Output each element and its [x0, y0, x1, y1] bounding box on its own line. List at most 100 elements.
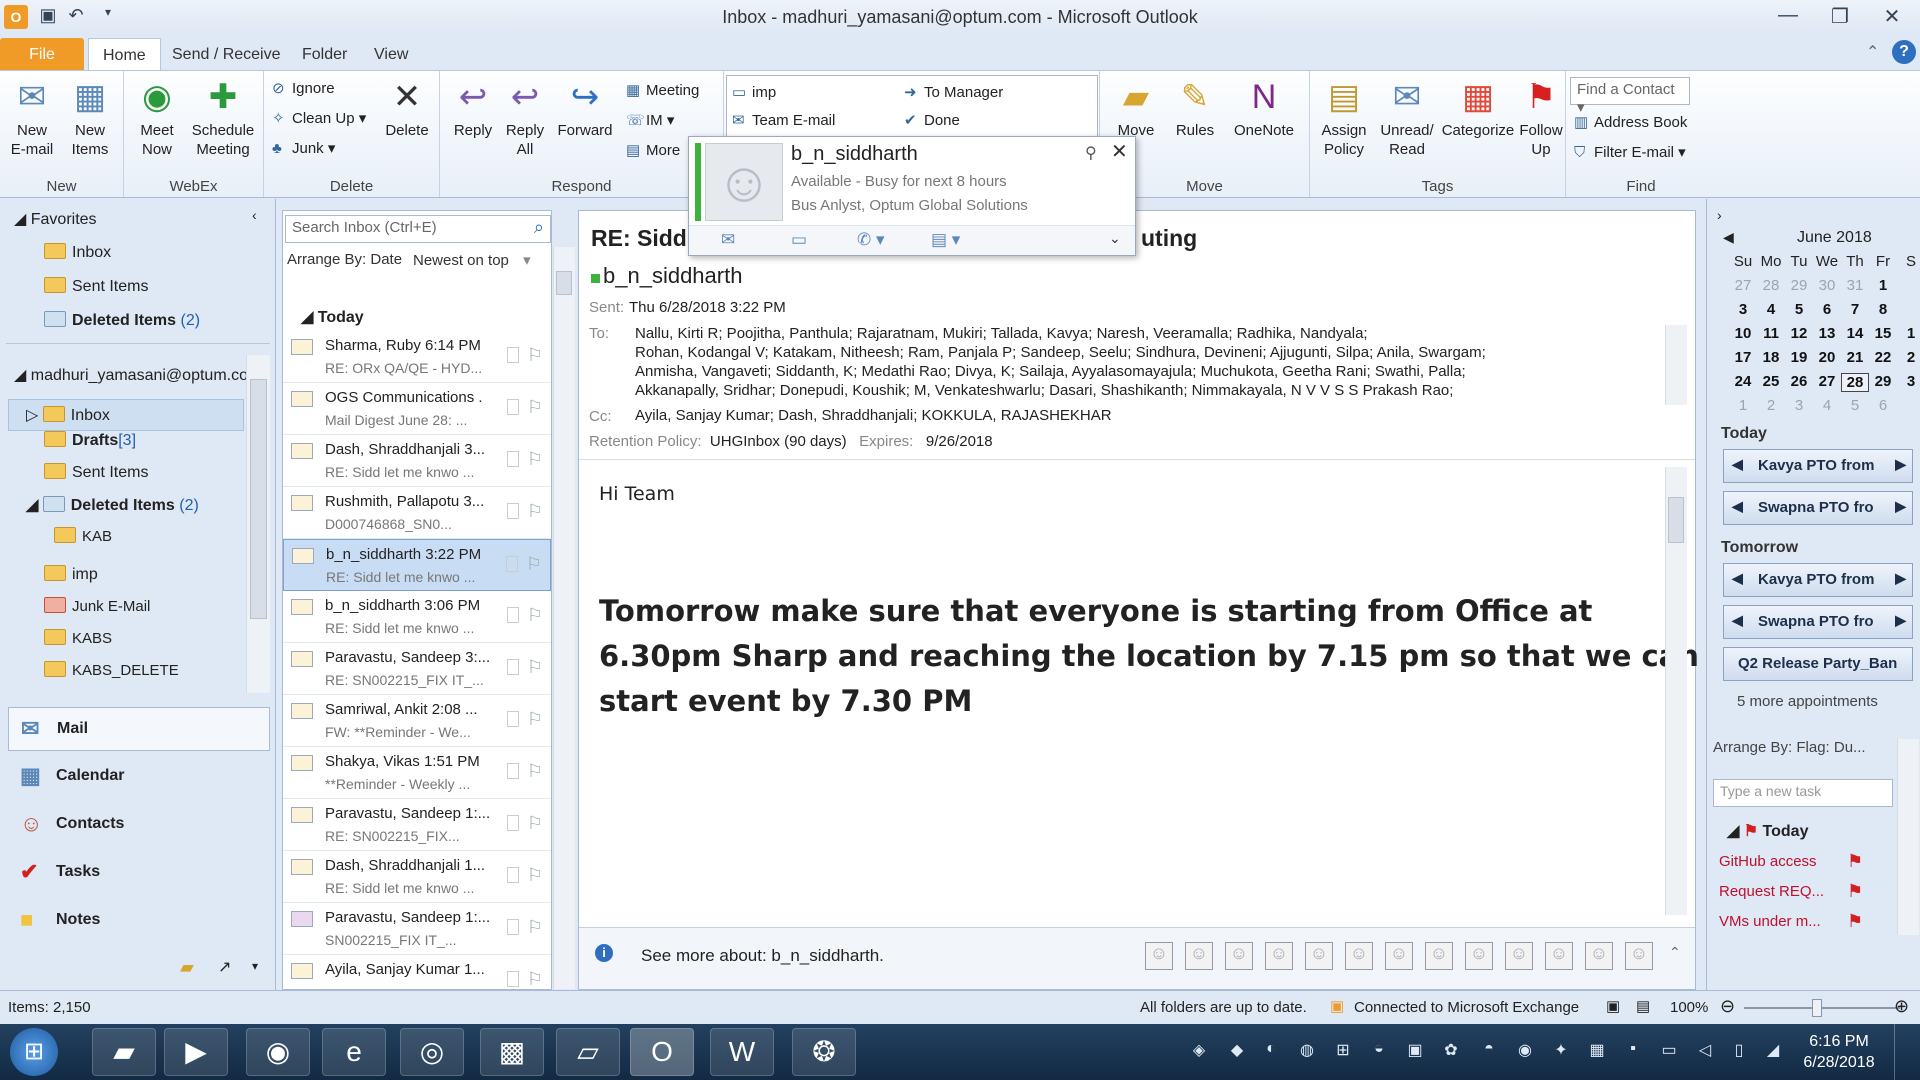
person-avatar-icon[interactable]: ☺	[1385, 942, 1413, 970]
category-box[interactable]	[507, 815, 519, 831]
forward-button[interactable]: ↪ Forward	[554, 77, 616, 140]
sort-order-button[interactable]: Newest on top ▾	[413, 251, 531, 269]
list-item[interactable]: OGS Communications . Mail Digest June 28:…	[283, 383, 551, 435]
power-icon[interactable]: ▯	[1728, 1040, 1750, 1062]
zoom-slider[interactable]	[1744, 1007, 1900, 1009]
tray-icon[interactable]: ◉	[1514, 1040, 1536, 1062]
close-button[interactable]: ✕	[1872, 4, 1912, 30]
shortcuts-icon[interactable]: ↗	[218, 957, 231, 977]
appointment-today-1[interactable]: ◀ Swapna PTO fro ▶	[1723, 491, 1913, 525]
nav-contacts[interactable]: ☺ Contacts	[8, 803, 270, 847]
category-box[interactable]	[507, 711, 519, 727]
fav-deleted-items[interactable]: Deleted Items (2)	[44, 311, 200, 330]
calendar-day[interactable]: 4	[1813, 397, 1841, 414]
flag-icon[interactable]: ⚐	[527, 397, 543, 418]
start-button-icon[interactable]: ⊞	[10, 1028, 58, 1076]
calendar-day[interactable]: 11	[1757, 325, 1785, 342]
task-flag-icon[interactable]: ⚑	[1847, 851, 1863, 872]
folder-imp[interactable]: imp	[44, 565, 98, 584]
tray-icon[interactable]: ✦	[1550, 1040, 1572, 1062]
calendar-day[interactable]: 7	[1841, 301, 1869, 318]
category-box[interactable]	[507, 919, 519, 935]
chrome-icon[interactable]: ◉	[246, 1028, 310, 1076]
see-more-link[interactable]: See more about: b_n_siddharth.	[641, 946, 884, 966]
calendar-day[interactable]: 1	[1897, 325, 1920, 342]
outlook-taskbar-icon[interactable]: O	[630, 1028, 694, 1076]
quick-step-done[interactable]: ✔ Done	[904, 111, 960, 129]
person-avatar-icon[interactable]: ☺	[1625, 942, 1653, 970]
flag-icon[interactable]: ⚐	[527, 813, 543, 834]
email-icon[interactable]: ✉	[721, 230, 735, 250]
assign-policy-button[interactable]: ▤ Assign Policy	[1314, 77, 1374, 159]
list-item[interactable]: Samriwal, Ankit 2:08 ... FW: **Reminder -…	[283, 695, 551, 747]
arrange-by-button[interactable]: Arrange By: Date	[287, 251, 402, 268]
person-avatar-icon[interactable]: ☺	[1185, 942, 1213, 970]
quick-step-team-email[interactable]: ✉ Team E-mail	[732, 111, 835, 129]
pin-icon[interactable]: ⚲	[1085, 143, 1097, 163]
move-button[interactable]: ▰ Move	[1108, 77, 1164, 140]
person-avatar-icon[interactable]: ☺	[1465, 942, 1493, 970]
show-desktop-button[interactable]	[1894, 1024, 1918, 1080]
nav-mail[interactable]: ✉ Mail	[8, 707, 270, 751]
rules-button[interactable]: ✎ Rules	[1170, 77, 1220, 140]
category-box[interactable]	[506, 556, 518, 572]
task-item[interactable]: GitHub access	[1719, 853, 1817, 870]
sticky-notes-icon[interactable]: ▱	[556, 1028, 620, 1076]
message-list-scrollbar[interactable]	[553, 247, 575, 989]
flag-icon[interactable]: ⚐	[527, 761, 543, 782]
minimize-button[interactable]: —	[1768, 4, 1808, 30]
quick-step-imp[interactable]: ▭ imp	[732, 83, 776, 101]
tab-file[interactable]: File	[0, 38, 84, 70]
appointment-tomorrow-0[interactable]: ◀ Kavya PTO from ▶	[1723, 563, 1913, 597]
list-item[interactable]: b_n_siddharth 3:06 PM RE: Sidd let me knw…	[283, 591, 551, 643]
tray-icon[interactable]: ▪	[1622, 1040, 1644, 1062]
tray-icon[interactable]: ▦	[1586, 1040, 1608, 1062]
flag-icon[interactable]: ⚐	[527, 449, 543, 470]
category-box[interactable]	[507, 971, 519, 987]
calendar-day[interactable]: 29	[1869, 373, 1897, 390]
flag-icon[interactable]: ⚐	[527, 345, 543, 366]
flag-icon[interactable]: ⚐	[527, 501, 543, 522]
collapse-nav-icon[interactable]: ‹	[252, 207, 257, 223]
minimize-ribbon-icon[interactable]: ⌃	[1866, 42, 1879, 62]
new-items-button[interactable]: ▦ New Items	[62, 77, 118, 159]
follow-up-button[interactable]: ⚑ Follow Up	[1516, 77, 1566, 159]
folder-kabs-delete[interactable]: KABS_DELETE	[44, 661, 179, 679]
scroll-thumb[interactable]	[250, 379, 267, 619]
calendar-day[interactable]: 21	[1841, 349, 1869, 366]
account-header[interactable]: ◢ madhuri_yamasani@optum.co	[14, 365, 246, 385]
calendar-day[interactable]: 15	[1869, 325, 1897, 342]
calendar-day[interactable]: 1	[1869, 277, 1897, 294]
favorites-header[interactable]: ◢ Favorites	[14, 209, 97, 229]
calendar-day[interactable]: 27	[1813, 373, 1841, 390]
person-avatar-icon[interactable]: ☺	[1265, 942, 1293, 970]
tray-icon[interactable]: ▭	[1658, 1040, 1680, 1062]
flag-icon[interactable]: ⚐	[527, 865, 543, 886]
task-flag-icon[interactable]: ⚑	[1847, 911, 1863, 932]
tray-icon[interactable]: ▣	[1404, 1040, 1426, 1062]
appointment-tomorrow-2[interactable]: Q2 Release Party_Ban	[1723, 647, 1913, 681]
calendar-day[interactable]: 10	[1729, 325, 1757, 342]
tray-icon[interactable]: ◓	[1478, 1040, 1500, 1062]
calendar-day[interactable]: 18	[1757, 349, 1785, 366]
task-group-today[interactable]: ◢ ⚑ Today	[1727, 821, 1808, 841]
calendar-day[interactable]: 22	[1869, 349, 1897, 366]
category-box[interactable]	[507, 347, 519, 363]
restore-button[interactable]: ❐	[1820, 4, 1860, 30]
person-avatar-icon[interactable]: ☺	[1225, 942, 1253, 970]
fav-inbox[interactable]: Inbox	[44, 243, 111, 262]
configure-buttons-icon[interactable]: ▾	[252, 959, 258, 973]
reply-button[interactable]: ↩ Reply	[448, 77, 498, 140]
unread-read-button[interactable]: ✉ Unread/ Read	[1376, 77, 1438, 159]
calendar-day[interactable]: 31	[1841, 277, 1869, 294]
network-app-icon[interactable]: ❂	[792, 1028, 856, 1076]
calendar-day[interactable]: 4	[1757, 301, 1785, 318]
task-item[interactable]: Request REQ...	[1719, 883, 1824, 900]
list-item[interactable]: Ayila, Sanjay Kumar 1... ⚐	[283, 955, 551, 991]
tray-icon[interactable]: ⊞	[1332, 1040, 1354, 1062]
calendar-day[interactable]: 3	[1729, 301, 1757, 318]
category-box[interactable]	[507, 867, 519, 883]
more-appointments-link[interactable]: 5 more appointments	[1737, 693, 1878, 710]
tab-folder[interactable]: Folder	[288, 38, 361, 70]
new-task-input[interactable]: Type a new task	[1713, 779, 1893, 807]
